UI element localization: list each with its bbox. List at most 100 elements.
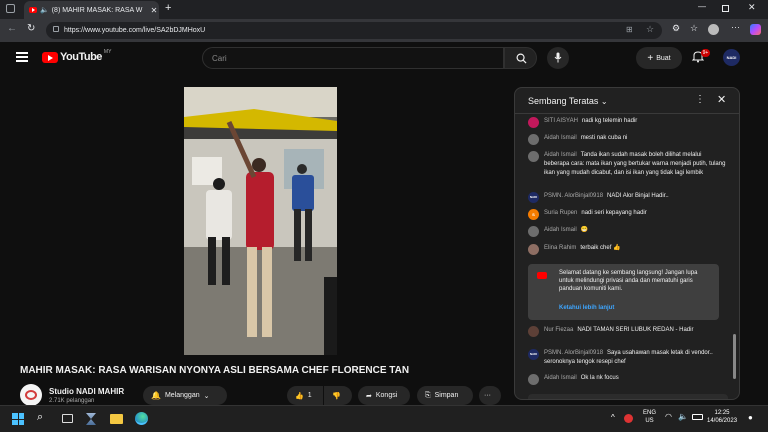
app-tray-icon[interactable] (624, 414, 633, 423)
chat-mode-selector[interactable]: Sembang Teratas ⌄ (528, 96, 608, 106)
save-button[interactable]: ⎘ Simpan (417, 386, 473, 405)
wifi-icon[interactable]: ◠ (665, 412, 672, 421)
chat-header: Sembang Teratas ⌄ ⋮ ✕ (515, 88, 739, 114)
edge-browser-icon[interactable] (135, 412, 148, 425)
reload-icon[interactable]: ↻ (27, 23, 35, 34)
chat-avatar (528, 117, 539, 128)
welcome-banner: Selamat datang ke sembang langsung! Jang… (528, 264, 719, 320)
url-text: https://www.youtube.com/live/SA2bDJMHoxU (64, 27, 206, 34)
window-close-icon[interactable]: ✕ (748, 2, 756, 13)
chat-author: PSMN. AlorBinjal0918 (544, 350, 604, 356)
browser-tab[interactable]: 🔈 (8) MAHIR MASAK: RASA W ✕ (24, 1, 159, 19)
chat-avatar (528, 326, 539, 337)
chat-avatar (528, 374, 539, 385)
chat-scrollbar-thumb[interactable] (733, 334, 736, 379)
app-available-icon[interactable]: ⊞ (626, 25, 633, 34)
save-label: Simpan (434, 392, 459, 399)
create-button[interactable]: + Buat (636, 47, 682, 69)
chat-close-icon[interactable]: ✕ (717, 93, 726, 106)
favorites-icon[interactable]: ☆ (690, 23, 698, 34)
chat-author: Aidah Ismail (544, 135, 577, 141)
voice-search-button[interactable] (547, 47, 569, 69)
subscriber-count: 2.71K pelanggan (49, 398, 95, 404)
chat-message: Aidah Ismail mesti nak cuba ni (528, 134, 728, 145)
video-player[interactable] (184, 87, 337, 355)
chat-text: terbaik chef 👍 (580, 245, 621, 251)
search-button[interactable] (504, 47, 537, 69)
chat-text: Ok la nk focus (580, 375, 619, 381)
chat-author: Elina Rahim (544, 245, 577, 251)
chat-message: Nur Fiezaa NADI TAMAN SERI LUBUK REDAN - … (528, 326, 728, 337)
channel-avatar[interactable] (20, 384, 42, 406)
task-view-icon[interactable] (62, 414, 73, 423)
file-explorer-icon[interactable] (110, 414, 123, 424)
url-field[interactable]: https://www.youtube.com/live/SA2bDJMHoxU… (46, 22, 662, 39)
chat-author: PSMN. AlorBinjal0918 (544, 193, 604, 199)
chat-avatar (528, 226, 539, 237)
plus-icon: + (647, 52, 654, 64)
copilot-icon[interactable] (750, 24, 761, 35)
favorite-star-icon[interactable]: ☆ (646, 24, 654, 35)
browser-tab-strip: 🔈 (8) MAHIR MASAK: RASA W ✕ + — ✕ (0, 0, 768, 19)
chat-author: Aidah Ismail (544, 152, 577, 158)
like-button[interactable]: 👍 1 (287, 386, 323, 405)
youtube-header: YouTube MY Cari + Buat 9+ NADI (0, 42, 768, 74)
volume-icon[interactable]: 🔈 (678, 412, 688, 421)
chat-mode-label: Sembang Teratas (528, 96, 599, 106)
thumbs-down-icon: 👎 (332, 392, 341, 400)
youtube-logo-text: YouTube (60, 51, 102, 63)
back-icon[interactable]: ← (7, 23, 17, 34)
learn-more-link[interactable]: Ketahui lebih lanjut (559, 304, 614, 312)
search-input[interactable]: Cari (202, 47, 504, 69)
thumbs-up-icon: 👍 (295, 392, 304, 400)
minimize-icon[interactable]: — (698, 2, 706, 11)
taskbar-search-icon[interactable]: ⌕ (37, 411, 43, 424)
notification-center-icon[interactable]: ● (748, 413, 753, 422)
chat-input-area[interactable] (528, 394, 728, 399)
chat-author: Suria Rupen (544, 210, 578, 216)
extensions-icon[interactable]: ⚙ (672, 23, 680, 34)
windows-start-icon[interactable] (12, 413, 24, 425)
subscribe-button[interactable]: 🔔 Melanggan ⌄ (143, 386, 227, 405)
chat-author: Aidah Ismail (544, 227, 577, 233)
tab-actions-icon[interactable] (6, 4, 15, 13)
chat-author: SITI AISYAH (544, 118, 578, 124)
battery-icon[interactable] (692, 414, 703, 420)
like-count: 1 (307, 392, 312, 399)
lock-icon (53, 26, 59, 32)
account-avatar[interactable]: NADI (723, 49, 740, 66)
channel-name[interactable]: Studio NADI MAHIR (49, 387, 124, 396)
language-code: ENG (643, 410, 657, 416)
address-bar-row: ← ↻ https://www.youtube.com/live/SA2bDJM… (0, 19, 768, 42)
video-frame-image (184, 87, 337, 355)
video-title: MAHIR MASAK: RASA WARISAN NYONYA ASLI BE… (20, 365, 410, 376)
region-code: MY (103, 49, 112, 55)
input-language[interactable]: ENG US (643, 409, 656, 425)
youtube-logo[interactable]: YouTube MY (42, 49, 112, 63)
speaker-icon[interactable]: 🔈 (40, 6, 49, 14)
more-menu-icon[interactable]: ··· (731, 22, 740, 32)
share-button[interactable]: ➦ Kongsi (358, 386, 410, 405)
chevron-up-icon[interactable]: ^ (611, 413, 615, 422)
chat-message: Aidah Ismail Ok la nk focus (528, 374, 728, 385)
chat-avatar (528, 134, 539, 145)
dislike-button[interactable]: 👎 (324, 386, 352, 405)
youtube-play-icon (42, 51, 58, 63)
search-placeholder: Cari (212, 53, 227, 63)
new-tab-icon[interactable]: + (165, 2, 171, 14)
chat-avatar: NADI (528, 349, 539, 360)
chat-message: NADI PSMN. AlorBinjal0918 Saya usahawan m… (528, 349, 728, 367)
clock[interactable]: 12:25 14/06/2023 (707, 409, 737, 425)
maximize-icon[interactable] (722, 5, 729, 12)
tab-close-icon[interactable]: ✕ (149, 6, 159, 15)
chevron-down-icon: ⌄ (203, 392, 210, 400)
widgets-icon[interactable] (86, 413, 96, 425)
more-actions-button[interactable]: ··· (479, 386, 501, 405)
chat-text: nadi seri kepayang hadir (581, 210, 647, 216)
chat-text: nadi kg telemin hadir (581, 118, 638, 124)
chat-menu-icon[interactable]: ⋮ (695, 94, 705, 105)
hamburger-menu-icon[interactable] (16, 52, 28, 62)
profile-icon[interactable] (708, 24, 719, 35)
youtube-play-icon (537, 272, 547, 279)
chat-text: NADI TAMAN SERI LUBUK REDAN - Hadir (577, 327, 694, 333)
